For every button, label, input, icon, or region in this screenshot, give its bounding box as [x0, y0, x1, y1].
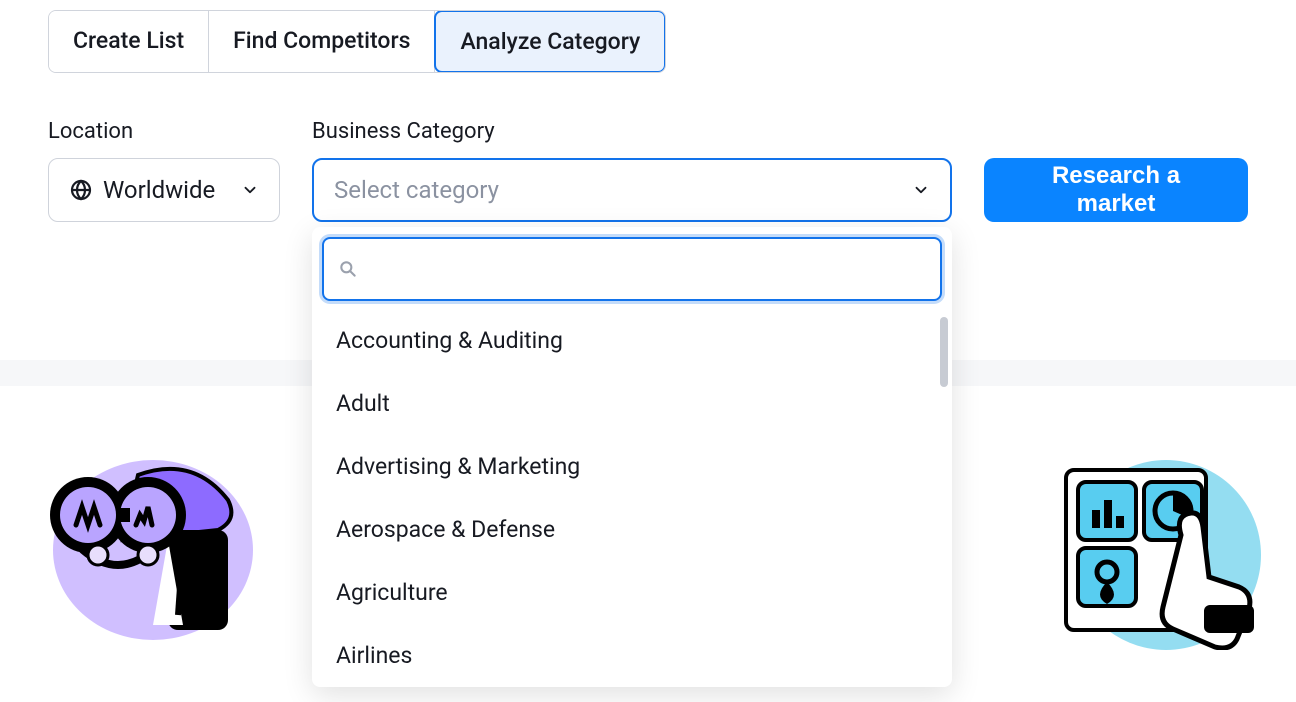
- option-label: Airlines: [336, 642, 412, 669]
- location-value: Worldwide: [103, 176, 215, 204]
- research-market-button[interactable]: Research a market: [984, 158, 1248, 222]
- location-select[interactable]: Worldwide: [48, 158, 280, 222]
- filters-row: Location Worldwide Business Category: [48, 119, 1248, 222]
- category-search-wrap: [322, 237, 942, 301]
- chevron-down-icon: [241, 181, 259, 199]
- category-search-input[interactable]: [368, 256, 926, 282]
- option-label: Agriculture: [336, 579, 448, 606]
- location-label: Location: [48, 119, 280, 144]
- tab-create-list[interactable]: Create List: [49, 11, 209, 72]
- category-option[interactable]: Advertising & Marketing: [312, 435, 952, 498]
- button-label: Research a market: [1052, 162, 1180, 217]
- location-field: Location Worldwide: [48, 119, 280, 222]
- tab-label: Find Competitors: [233, 27, 410, 54]
- option-label: Advertising & Marketing: [336, 453, 580, 480]
- category-placeholder: Select category: [334, 176, 499, 204]
- category-option[interactable]: Airlines: [312, 624, 952, 687]
- category-option[interactable]: Accounting & Auditing: [312, 309, 952, 372]
- tab-analyze-category[interactable]: Analyze Category: [434, 10, 666, 73]
- spy-illustration: [28, 440, 260, 650]
- tab-label: Create List: [73, 27, 184, 54]
- category-option[interactable]: Agriculture: [312, 561, 952, 624]
- globe-icon: [69, 178, 93, 202]
- category-select[interactable]: Select category: [312, 158, 952, 222]
- option-label: Adult: [336, 390, 390, 417]
- scrollbar-thumb[interactable]: [940, 317, 948, 387]
- tab-find-competitors[interactable]: Find Competitors: [209, 11, 435, 72]
- chevron-down-icon: [912, 181, 930, 199]
- category-field: Business Category Select category: [312, 119, 952, 222]
- category-option[interactable]: Aerospace & Defense: [312, 498, 952, 561]
- tabs-row: Create List Find Competitors Analyze Cat…: [48, 10, 666, 73]
- option-label: Aerospace & Defense: [336, 516, 555, 543]
- tab-label: Analyze Category: [460, 28, 640, 55]
- category-label: Business Category: [312, 119, 952, 144]
- category-dropdown: Accounting & Auditing Adult Advertising …: [312, 227, 952, 687]
- option-label: Accounting & Auditing: [336, 327, 563, 354]
- search-icon: [338, 259, 358, 279]
- dashboard-illustration: [1036, 440, 1268, 650]
- category-option[interactable]: Adult: [312, 372, 952, 435]
- category-option-list: Accounting & Auditing Adult Advertising …: [312, 309, 952, 687]
